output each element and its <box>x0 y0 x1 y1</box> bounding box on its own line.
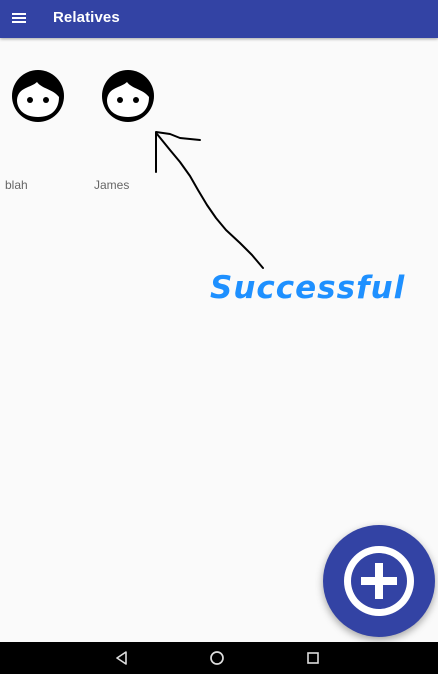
system-nav-bar <box>0 642 438 674</box>
back-icon <box>116 651 127 665</box>
relative-name: James <box>94 178 130 192</box>
home-button[interactable] <box>206 648 228 668</box>
recents-button[interactable] <box>302 648 324 668</box>
menu-icon <box>12 13 26 23</box>
face-icon <box>3 66 73 126</box>
relative-name: blah <box>5 178 28 192</box>
page-title: Relatives <box>53 9 120 26</box>
face-icon <box>93 66 163 126</box>
add-relative-button[interactable] <box>323 525 435 637</box>
add-circle-icon <box>344 546 414 616</box>
recents-icon <box>307 652 319 664</box>
relative-tile-james[interactable]: James <box>93 66 163 192</box>
relative-tile-blah[interactable]: blah <box>3 66 73 192</box>
annotation-text: Successful <box>210 270 406 306</box>
home-icon <box>210 651 224 665</box>
menu-button[interactable] <box>4 3 34 33</box>
app-bar: Relatives <box>0 0 438 38</box>
back-button[interactable] <box>111 648 133 668</box>
